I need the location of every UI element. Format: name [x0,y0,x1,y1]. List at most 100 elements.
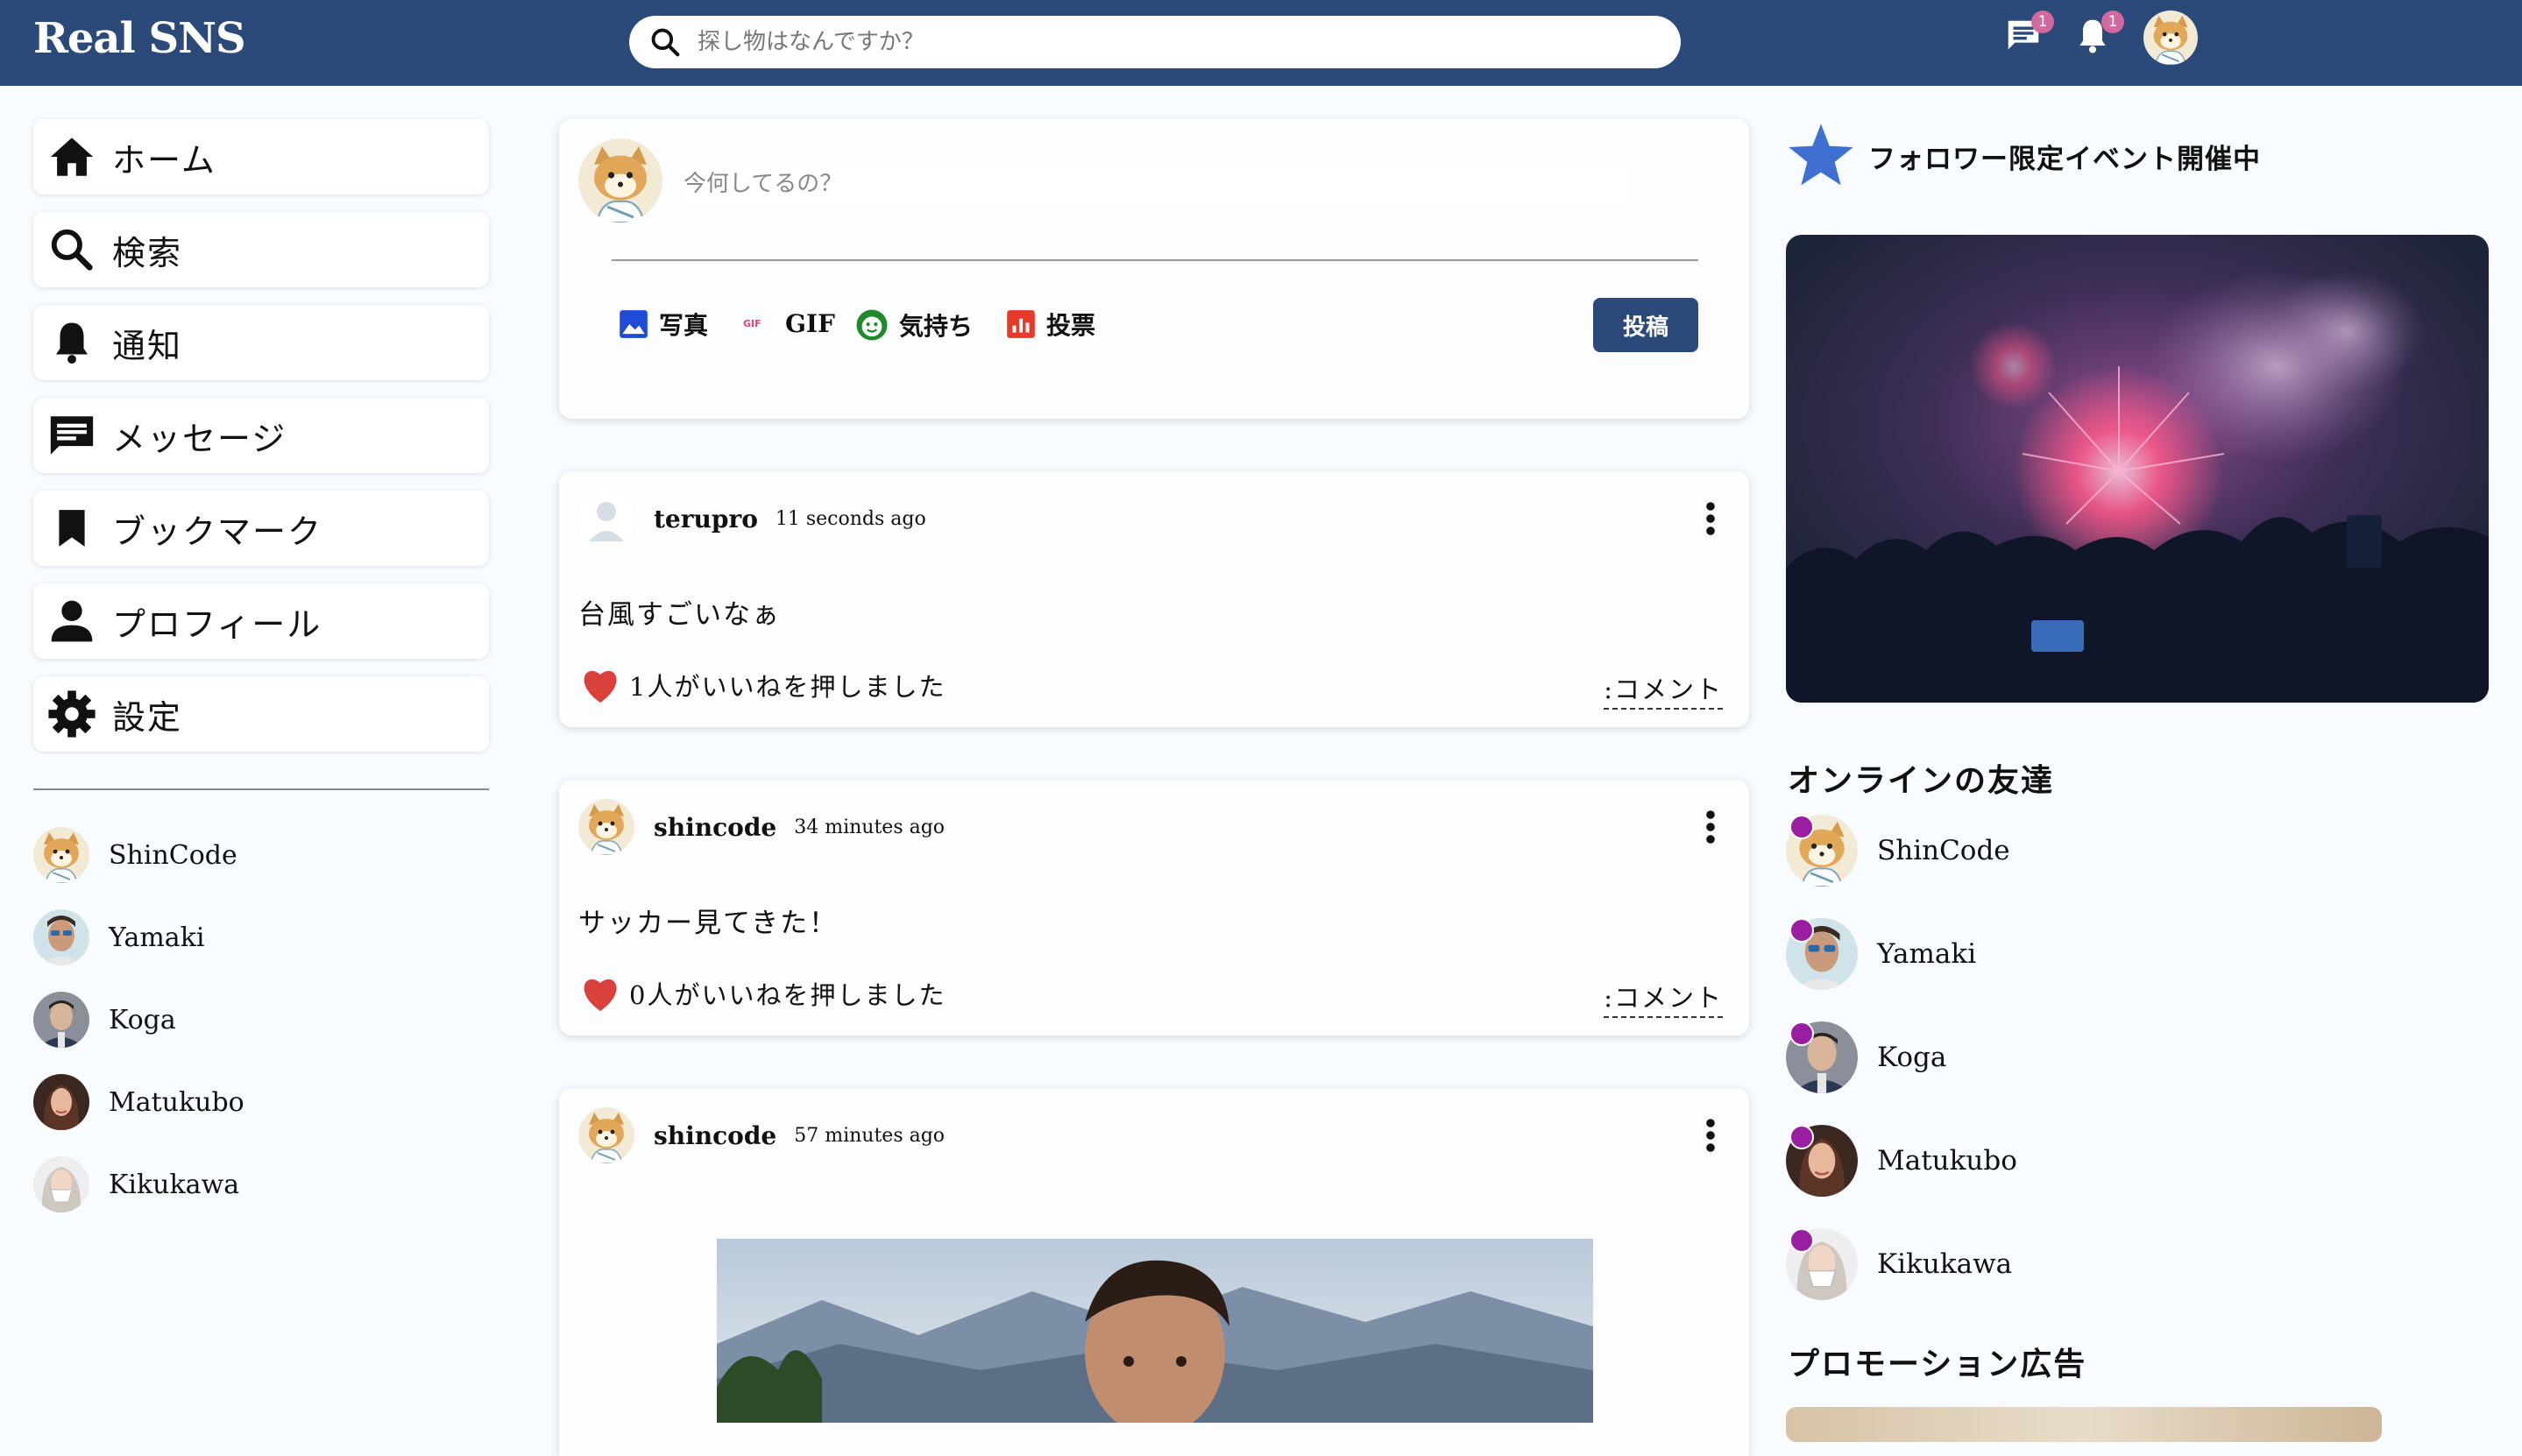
event-banner[interactable]: フォロワー限定イベント開催中 [1786,121,2261,191]
avatar [33,909,89,965]
online-friend-item[interactable]: ShinCode [1786,815,2017,887]
like-count: 1人がいいねを押しました [629,672,946,702]
sidebar-item-home[interactable]: ホーム [33,119,489,194]
smiley-icon [856,309,888,341]
promotion-title: プロモーション広告 [1788,1346,2087,1382]
post-card: shincode 57 minutes ago [559,1088,1749,1456]
post-text: サッカー見てきた！ [578,908,839,939]
post-username[interactable]: shincode [654,813,776,842]
friend-item[interactable]: Yamaki [33,909,244,965]
share-option-label: 写真 [659,311,709,340]
chat-icon [44,407,100,463]
online-friends-title: オンラインの友達 [1788,762,2055,799]
share-option-label: GIF [785,308,835,338]
avatar[interactable] [578,491,634,547]
friend-name: ShinCode [109,839,237,871]
online-friend-name: Kikukawa [1877,1248,2013,1280]
friend-name: Koga [109,1004,176,1035]
notification-button[interactable]: 1 [2073,11,2124,56]
sidebar-menu: ホーム 検索 通知 メッセージ ブックマーク プロフィール 設定 [33,119,489,769]
search-input[interactable] [696,28,1619,56]
friend-name: Yamaki [109,922,205,953]
online-indicator [1789,1125,1814,1149]
sidebar-item-profile[interactable]: プロフィール [33,583,489,659]
search-bar[interactable] [629,16,1681,68]
avatar[interactable] [578,1107,634,1163]
sidebar-item-label: ブックマーク [112,512,323,551]
online-friend-name: Koga [1877,1042,1947,1073]
post-header: shincode 34 minutes ago [578,799,945,855]
post-button[interactable]: 投稿 [1593,298,1698,352]
heart-icon[interactable] [578,666,622,704]
post-header: shincode 57 minutes ago [578,1107,945,1163]
chat-button[interactable]: 1 [2003,11,2054,56]
person-icon [44,593,100,649]
search-icon [651,28,680,57]
heart-icon[interactable] [578,974,622,1013]
online-friend-list: ShinCode Yamaki Koga Matukubo Kikukawa [1786,815,2017,1332]
promotion-image[interactable] [1786,1407,2382,1442]
sidebar-item-label: プロフィール [112,604,322,644]
avatar [33,1156,89,1212]
post-card: terupro 11 seconds ago 台風すごいなぁ 1人がいいねを押し… [559,471,1749,727]
friend-item[interactable]: Kikukawa [33,1156,244,1212]
online-indicator [1789,1228,1814,1253]
search-icon [44,222,100,278]
more-vert-icon[interactable] [1705,1118,1716,1153]
friend-item[interactable]: Matukubo [33,1074,244,1130]
image-icon [620,310,648,338]
event-image[interactable] [1786,235,2489,703]
share-box: 写真 GIF GIF 気持ち 投票 投稿 [559,119,1749,419]
more-vert-icon[interactable] [1705,809,1716,845]
star-icon [1789,124,1853,186]
online-friend-item[interactable]: Yamaki [1786,918,2017,990]
sidebar-item-label: 通知 [112,326,183,365]
sidebar-item-bookmarks[interactable]: ブックマーク [33,491,489,566]
friend-item[interactable]: Koga [33,992,244,1048]
friend-name: Kikukawa [109,1169,240,1200]
share-option-feeling[interactable]: 気持ち [854,307,973,343]
online-friend-name: ShinCode [1877,835,2010,866]
gear-icon [44,686,100,742]
home-icon [44,129,100,185]
online-indicator [1789,1021,1814,1046]
online-friend-item[interactable]: Koga [1786,1021,2017,1093]
comment-link[interactable]: :コメント [1604,669,1723,710]
sidebar-item-search[interactable]: 検索 [33,212,489,287]
friend-item[interactable]: ShinCode [33,827,244,883]
more-vert-icon[interactable] [1705,501,1716,536]
share-option-label: 投票 [1046,311,1096,340]
share-option-vote[interactable]: 投票 [1004,307,1095,342]
app-logo[interactable]: Real SNS [33,14,246,63]
like-row: 1人がいいねを押しました [578,666,946,704]
online-friend-name: Matukubo [1877,1145,2017,1177]
share-option-photo[interactable]: 写真 [617,307,708,342]
sidebar-item-settings[interactable]: 設定 [33,676,489,752]
share-option-label: 気持ち [899,312,974,341]
bell-icon [44,315,100,371]
sidebar-item-notifications[interactable]: 通知 [33,305,489,380]
sidebar-item-label: メッセージ [112,419,287,458]
share-input[interactable] [682,163,1632,205]
profile-avatar[interactable] [2143,11,2198,65]
avatar [33,827,89,883]
sidebar-item-messages[interactable]: メッセージ [33,398,489,473]
avatar [33,992,89,1048]
avatar [578,138,662,223]
post-timestamp: 57 minutes ago [794,1124,946,1147]
online-indicator [1789,918,1814,943]
post-username[interactable]: terupro [654,505,758,534]
post-image[interactable] [717,1239,1593,1423]
comment-link[interactable]: :コメント [1604,978,1723,1018]
post-username[interactable]: shincode [654,1121,776,1150]
avatar[interactable] [578,799,634,855]
sidebar-item-label: 設定 [112,697,183,737]
online-indicator [1789,815,1814,839]
sidebar-item-label: 検索 [112,233,183,272]
svg-text:GIF: GIF [743,318,762,329]
notification-badge: 1 [2101,11,2124,33]
share-option-gif[interactable]: GIF GIF [741,307,835,340]
online-friend-item[interactable]: Matukubo [1786,1125,2017,1197]
post-card: shincode 34 minutes ago サッカー見てきた！ 0人がいいね… [559,780,1749,1035]
online-friend-item[interactable]: Kikukawa [1786,1228,2017,1300]
